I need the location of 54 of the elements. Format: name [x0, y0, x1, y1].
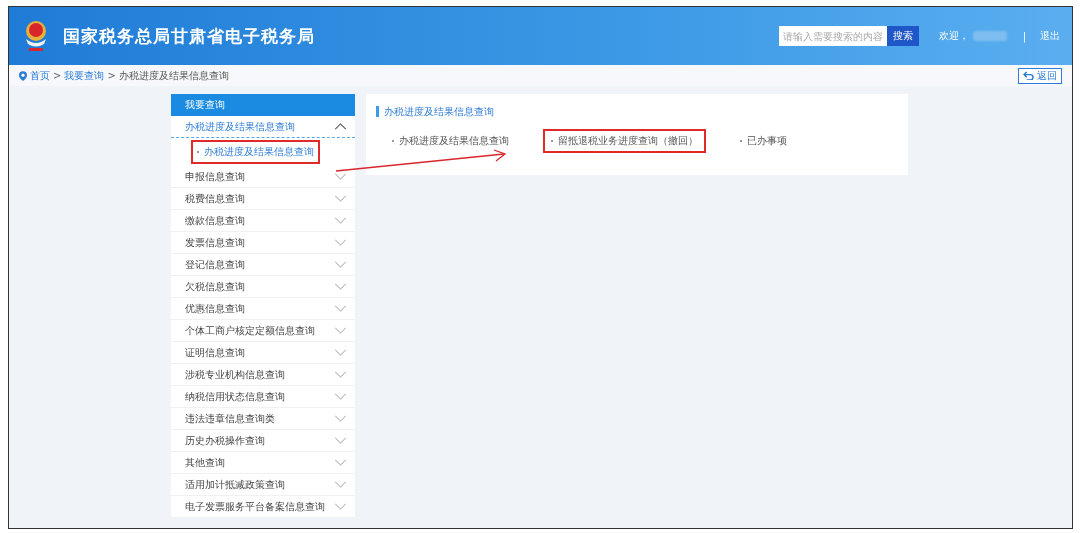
separator: | — [1022, 30, 1026, 42]
query-link[interactable]: 已办事项 — [732, 129, 795, 153]
welcome-text: 欢迎， — [938, 29, 969, 43]
sidebar-item[interactable]: 适用加计抵减政策查询 — [171, 474, 355, 496]
sidebar-item[interactable]: 优惠信息查询 — [171, 298, 355, 320]
chevron-down-icon — [334, 481, 347, 488]
query-link[interactable]: 留抵退税业务进度查询（撤回） — [543, 129, 706, 153]
sidebar-item[interactable]: 税费信息查询 — [171, 188, 355, 210]
breadcrumb-separator: > — [53, 70, 62, 81]
return-arrow-icon — [1023, 71, 1034, 80]
sidebar-item[interactable]: 电子发票服务平台备案信息查询 — [171, 496, 355, 518]
breadcrumb-link[interactable]: 我要查询 — [64, 68, 105, 83]
sidebar-item[interactable]: 申报信息查询 — [171, 166, 355, 188]
chevron-down-icon — [334, 305, 347, 312]
sidebar-item[interactable]: 纳税信用状态信息查询 — [171, 386, 355, 408]
chevron-down-icon — [334, 393, 347, 400]
sidebar-item[interactable]: 发票信息查询 — [171, 232, 355, 254]
blurred-username — [972, 31, 1007, 41]
chevron-down-icon — [334, 239, 347, 246]
chevron-down-icon — [334, 217, 347, 224]
chevron-down-icon — [334, 173, 347, 180]
back-button[interactable]: 返回 — [1018, 67, 1062, 84]
chevron-down-icon — [334, 415, 347, 422]
sidebar-item[interactable]: 登记信息查询 — [171, 254, 355, 276]
section-title: 办税进度及结果信息查询 — [376, 106, 898, 117]
site-title: 国家税务总局甘肃省电子税务局 — [63, 24, 315, 48]
sidebar-item[interactable]: 个体工商户核定定额信息查询 — [171, 320, 355, 342]
sidebar-item[interactable]: 违法违章信息查询类 — [171, 408, 355, 430]
chevron-down-icon — [334, 349, 347, 356]
sidebar-item[interactable]: 办税进度及结果信息查询 — [171, 116, 355, 138]
chevron-down-icon — [334, 283, 347, 290]
chevron-down-icon — [334, 437, 347, 444]
chevron-down-icon — [334, 459, 347, 466]
chevron-down-icon — [334, 371, 347, 378]
search-field[interactable]: 请输入需要搜索的内容 — [778, 26, 887, 46]
query-link[interactable]: 办税进度及结果信息查询 — [384, 129, 517, 153]
location-pin-icon — [19, 70, 27, 81]
breadcrumb-link[interactable]: 首页 — [30, 68, 50, 83]
submenu-item[interactable]: 办税进度及结果信息查询 — [191, 140, 320, 164]
breadcrumb-current: 办税进度及结果信息查询 — [118, 68, 229, 83]
sidebar-item[interactable]: 涉税专业机构信息查询 — [171, 364, 355, 386]
sidebar-title: 我要查询 — [171, 94, 355, 116]
chevron-down-icon — [334, 503, 347, 510]
breadcrumb-separator: > — [107, 70, 116, 81]
sidebar-item[interactable]: 证明信息查询 — [171, 342, 355, 364]
chevron-down-icon — [334, 261, 347, 268]
sidebar-item[interactable]: 缴款信息查询 — [171, 210, 355, 232]
chevron-down-icon — [334, 195, 347, 202]
sidebar-item[interactable]: 历史办税操作查询 — [171, 430, 355, 452]
sidebar-item[interactable]: 其他查询 — [171, 452, 355, 474]
chevron-up-icon — [334, 123, 347, 130]
chevron-down-icon — [334, 327, 347, 334]
sidebar-item[interactable]: 欠税信息查询 — [171, 276, 355, 298]
search-button[interactable]: 搜索 — [886, 26, 919, 46]
